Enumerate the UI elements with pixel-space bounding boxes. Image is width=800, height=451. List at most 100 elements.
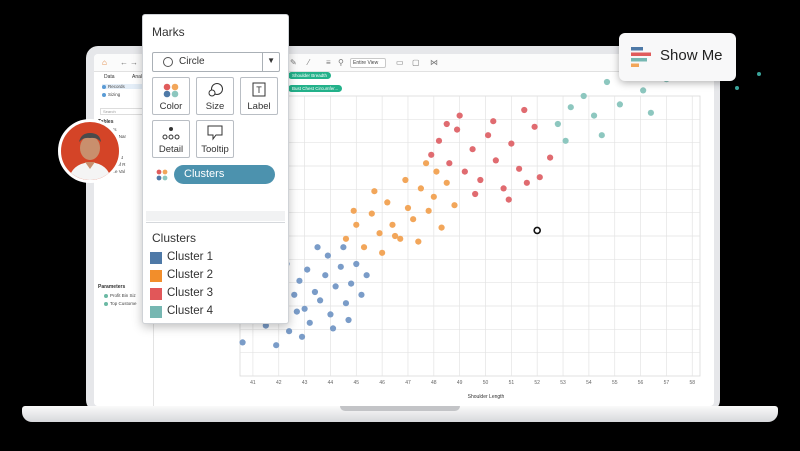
scatter-point[interactable] [391,232,399,240]
color-button[interactable]: Color [152,77,190,115]
scatter-point[interactable] [342,235,350,242]
scatter-point[interactable] [342,300,350,307]
scatter-point[interactable] [360,244,368,251]
tooltip-button[interactable]: Tooltip [196,120,234,158]
scatter-point[interactable] [469,146,476,153]
scatter-point[interactable] [500,185,507,192]
scatter-point[interactable] [376,230,383,237]
clusters-color-pill[interactable]: Clusters [174,165,275,184]
scatter-point[interactable] [402,176,409,184]
scatter-point[interactable] [327,311,334,318]
scatter-point[interactable] [492,157,499,164]
scatter-point[interactable] [616,101,623,108]
scatter-point[interactable] [340,244,347,251]
size-button-label: Size [205,101,225,112]
scatter-point[interactable] [317,297,324,304]
selected-point[interactable] [533,226,541,235]
scatter-point[interactable] [417,185,424,192]
scatter-point[interactable] [505,196,512,203]
scatter-point[interactable] [410,216,417,223]
scatter-point[interactable] [296,277,303,284]
scatter-point[interactable] [329,325,337,332]
scatter-point[interactable] [567,104,574,111]
scatter-point[interactable] [508,140,515,147]
scatter-point[interactable] [453,126,461,133]
scatter-point[interactable] [536,174,543,181]
scatter-point[interactable] [384,199,391,206]
scatter-point[interactable] [428,151,435,158]
scatter-point[interactable] [425,207,432,214]
scatter-point[interactable] [332,283,339,290]
legend-swatch [150,306,162,318]
scatter-point[interactable] [273,342,280,349]
scatter-point[interactable] [603,78,611,86]
mark-type-dropdown[interactable]: Circle ▼ [152,52,280,72]
scatter-point[interactable] [461,168,468,175]
x-tick-label: 52 [534,380,540,386]
x-tick-label: 43 [302,380,308,386]
scatter-point[interactable] [368,210,375,217]
scatter-point[interactable] [446,160,453,167]
scatter-point[interactable] [640,87,647,94]
scatter-point[interactable] [286,328,293,335]
scatter-point[interactable] [322,272,329,279]
scatter-point[interactable] [435,137,443,144]
scatter-point[interactable] [456,112,463,119]
scatter-point[interactable] [647,109,654,116]
scatter-point[interactable] [430,193,437,200]
scatter-point[interactable] [239,339,246,346]
scatter-point[interactable] [554,120,561,128]
scatter-point[interactable] [490,118,497,125]
legend-divider [146,211,285,221]
scatter-point[interactable] [298,333,306,340]
scatter-point[interactable] [562,137,569,144]
scatter-point[interactable] [371,188,378,195]
scatter-point[interactable] [358,291,365,298]
scatter-point[interactable] [306,319,313,326]
scatter-point[interactable] [311,288,319,296]
scatter-point[interactable] [363,272,370,279]
scatter-point[interactable] [324,252,331,259]
scatter-point[interactable] [314,244,321,251]
scatter-point[interactable] [580,92,587,100]
scatter-point[interactable] [547,154,554,161]
scatter-point[interactable] [531,123,538,130]
size-button[interactable]: Size [196,77,234,115]
scatter-point[interactable] [484,132,492,139]
scatter-point[interactable] [477,176,484,184]
scatter-point[interactable] [353,221,360,228]
scatter-point[interactable] [337,263,344,270]
scatter-point[interactable] [345,316,352,324]
x-axis-label: Shoulder Length [468,394,505,400]
show-me-button[interactable]: Show Me [619,33,736,81]
scatter-point[interactable] [451,202,458,209]
x-tick-label: 56 [638,380,644,386]
scatter-point[interactable] [472,190,479,198]
scatter-point[interactable] [521,106,528,114]
scatter-point[interactable] [350,207,357,214]
chevron-down-icon: ▼ [267,56,275,65]
scatter-point[interactable] [433,168,440,175]
scatter-point[interactable] [348,280,355,287]
scatter-point[interactable] [415,238,422,245]
scatter-point[interactable] [516,165,523,172]
scatter-point[interactable] [291,291,298,298]
scatter-point[interactable] [590,112,598,119]
scatter-point[interactable] [523,179,530,186]
detail-button[interactable]: Detail [152,120,190,158]
scatter-point[interactable] [422,160,430,167]
scatter-point[interactable] [301,305,308,312]
scatter-point[interactable] [389,221,396,228]
label-button[interactable]: T Label [240,77,278,115]
circle-mark-icon [163,57,173,67]
x-tick-label: 41 [250,380,256,386]
scatter-point[interactable] [293,308,300,315]
scatter-point[interactable] [438,224,445,231]
scatter-point[interactable] [404,204,412,212]
scatter-point[interactable] [443,120,450,128]
scatter-point[interactable] [353,260,360,268]
scatter-point[interactable] [304,266,311,273]
scatter-point[interactable] [443,179,450,186]
scatter-point[interactable] [379,249,386,256]
scatter-point[interactable] [598,132,605,139]
